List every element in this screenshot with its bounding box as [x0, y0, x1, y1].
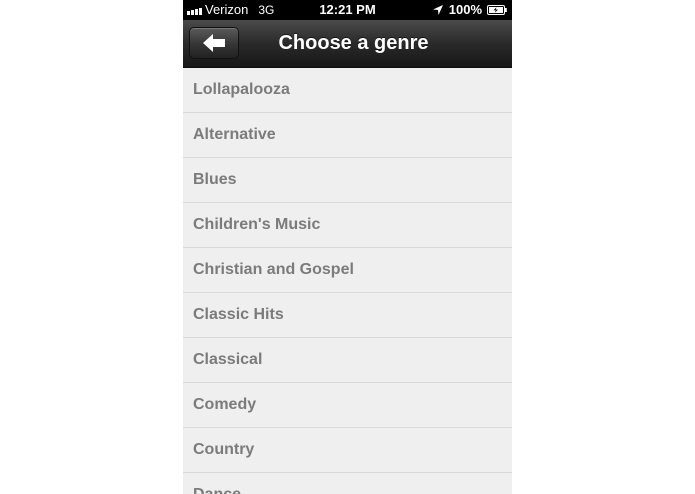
genre-item-classical[interactable]: Classical — [183, 338, 512, 383]
status-bar-right: 100% — [432, 0, 507, 20]
battery-charging-icon — [487, 5, 507, 15]
status-bar: Verizon 3G 12:21 PM 100% — [183, 0, 512, 20]
genre-item-childrens-music[interactable]: Children's Music — [183, 203, 512, 248]
genre-item-country[interactable]: Country — [183, 428, 512, 473]
genre-item-blues[interactable]: Blues — [183, 158, 512, 203]
genre-item-dance[interactable]: Dance — [183, 473, 512, 494]
genre-item-alternative[interactable]: Alternative — [183, 113, 512, 158]
genre-item-lollapalooza[interactable]: Lollapalooza — [183, 68, 512, 113]
battery-percentage: 100% — [448, 2, 482, 17]
location-arrow-icon — [432, 5, 443, 15]
navigation-bar: Choose a genre — [183, 20, 512, 68]
genre-item-comedy[interactable]: Comedy — [183, 383, 512, 428]
genre-item-classic-hits[interactable]: Classic Hits — [183, 293, 512, 338]
genre-list: Lollapalooza Alternative Blues Children'… — [183, 68, 512, 494]
page-title: Choose a genre — [278, 32, 429, 54]
genre-item-christian-and-gospel[interactable]: Christian and Gospel — [183, 248, 512, 293]
phone-screen: Verizon 3G 12:21 PM 100% Choose a genre … — [183, 0, 512, 494]
